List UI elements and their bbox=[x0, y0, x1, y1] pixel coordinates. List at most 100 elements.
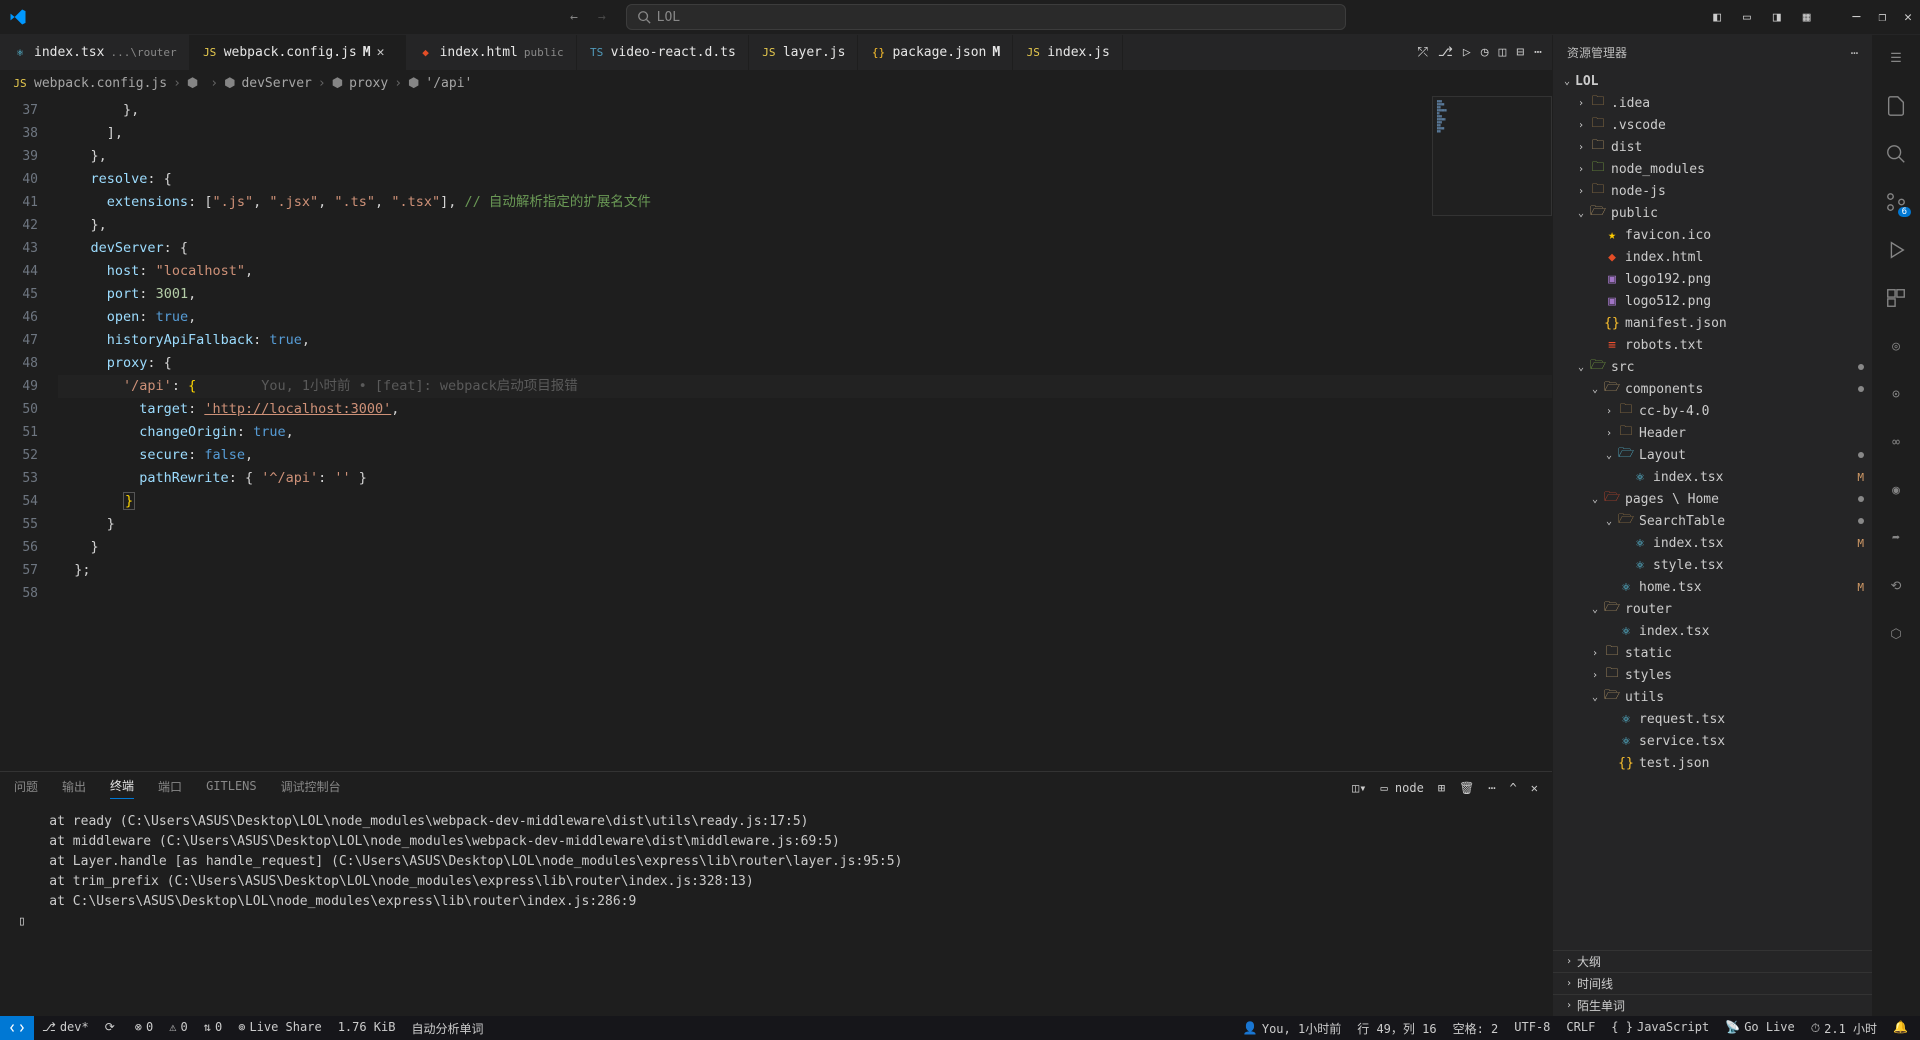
status-live[interactable]: ⊚Live Share bbox=[230, 1020, 329, 1034]
status-err[interactable]: ⊗0 bbox=[127, 1020, 161, 1034]
code-content[interactable]: }, ], }, resolve: { extensions: [".js", … bbox=[58, 96, 1552, 771]
tree-item-favicon.ico[interactable]: ★ favicon.ico bbox=[1553, 224, 1872, 246]
tree-item-.vscode[interactable]: › 🗀 .vscode bbox=[1553, 114, 1872, 136]
status-radio[interactable]: 📡Go Live bbox=[1717, 1020, 1803, 1034]
tab-index.tsx[interactable]: ⚛ index.tsx ...\router bbox=[0, 35, 190, 70]
minimap[interactable]: ████████████████████████████████████████… bbox=[1432, 96, 1552, 216]
menu-icon[interactable]: ☰ bbox=[1883, 45, 1909, 71]
search-icon[interactable] bbox=[1883, 141, 1909, 167]
commit-graph-icon[interactable]: ⎇ bbox=[1438, 45, 1453, 60]
remote-explorer-icon[interactable]: ◎ bbox=[1883, 333, 1909, 359]
section-大纲[interactable]: ›大纲 bbox=[1553, 950, 1872, 972]
customize-layout-icon[interactable]: ▦ bbox=[1803, 10, 1811, 25]
status-clock[interactable]: ⏱2.1 小时 bbox=[1803, 1020, 1885, 1037]
tree-item-src[interactable]: ⌄ 🗁 src bbox=[1553, 356, 1872, 378]
back-icon[interactable]: ← bbox=[570, 10, 578, 25]
panel-toggle-icon[interactable]: ▭ bbox=[1743, 10, 1751, 25]
share-icon[interactable]: ➦ bbox=[1883, 525, 1909, 551]
tree-item-components[interactable]: ⌄ 🗁 components bbox=[1553, 378, 1872, 400]
terminal-output[interactable]: at ready (C:\Users\ASUS\Desktop\LOL\node… bbox=[0, 804, 1552, 1016]
tree-item-Layout[interactable]: ⌄ 🗁 Layout bbox=[1553, 444, 1872, 466]
panel-tab-终端[interactable]: 终端 bbox=[110, 777, 134, 799]
breadcrumb-item[interactable]: proxy bbox=[349, 76, 388, 91]
status-port[interactable]: ⇅0 bbox=[196, 1020, 230, 1034]
split-icon[interactable]: ◫ bbox=[1499, 45, 1507, 60]
tree-item-index.tsx[interactable]: ⚛ index.tsx bbox=[1553, 620, 1872, 642]
status-warn[interactable]: ⚠0 bbox=[161, 1020, 195, 1034]
status-user[interactable]: 👤You, 1小时前 bbox=[1235, 1020, 1349, 1037]
bookmark-icon[interactable]: ⊙ bbox=[1883, 381, 1909, 407]
diff-icon[interactable]: ⊟ bbox=[1516, 45, 1524, 60]
tree-item-style.tsx[interactable]: ⚛ style.tsx bbox=[1553, 554, 1872, 576]
tree-item-dist[interactable]: › 🗀 dist bbox=[1553, 136, 1872, 158]
tree-item-index.html[interactable]: ◆ index.html bbox=[1553, 246, 1872, 268]
status-bell[interactable]: 🔔 bbox=[1885, 1020, 1920, 1034]
status-自动分析单词[interactable]: 自动分析单词 bbox=[403, 1020, 491, 1037]
breadcrumb-item[interactable]: '/api' bbox=[425, 76, 472, 91]
run-debug-icon[interactable] bbox=[1883, 237, 1909, 263]
tree-item-logo512.png[interactable]: ▣ logo512.png bbox=[1553, 290, 1872, 312]
trash-icon[interactable]: 🗑 bbox=[1459, 781, 1474, 795]
panel-tab-问题[interactable]: 问题 bbox=[14, 778, 38, 799]
tab-layer.js[interactable]: JS layer.js bbox=[749, 35, 859, 70]
tree-item-public[interactable]: ⌄ 🗁 public bbox=[1553, 202, 1872, 224]
tree-item-router[interactable]: ⌄ 🗁 router bbox=[1553, 598, 1872, 620]
tree-item-static[interactable]: › 🗀 static bbox=[1553, 642, 1872, 664]
code-editor[interactable]: 37 38 39 40 41 42 43 44 45 46 47 48 49 5… bbox=[0, 96, 1552, 771]
tree-item-styles[interactable]: › 🗀 styles bbox=[1553, 664, 1872, 686]
tree-item-request.tsx[interactable]: ⚛ request.tsx bbox=[1553, 708, 1872, 730]
tab-video-react.d.ts[interactable]: TS video-react.d.ts bbox=[577, 35, 749, 70]
status-1.76 KiB[interactable]: 1.76 KiB bbox=[330, 1020, 404, 1034]
compare-icon[interactable]: ⤱ bbox=[1417, 45, 1427, 60]
layout-toggle-icon[interactable]: ◧ bbox=[1713, 10, 1721, 25]
run-icon[interactable]: ▷ bbox=[1463, 45, 1471, 60]
tree-item-robots.txt[interactable]: ≡ robots.txt bbox=[1553, 334, 1872, 356]
files-icon[interactable] bbox=[1883, 93, 1909, 119]
tree-item-logo192.png[interactable]: ▣ logo192.png bbox=[1553, 268, 1872, 290]
tab-index.html[interactable]: ◆ index.html public bbox=[406, 35, 577, 70]
status-js[interactable]: { }JavaScript bbox=[1603, 1020, 1717, 1034]
status-行 49，列 16[interactable]: 行 49，列 16 bbox=[1349, 1020, 1444, 1037]
tree-item-Header[interactable]: › 🗀 Header bbox=[1553, 422, 1872, 444]
tree-item-node-js[interactable]: › 🗀 node-js bbox=[1553, 180, 1872, 202]
close-icon[interactable]: ✕ bbox=[377, 45, 393, 60]
tree-item-manifest.json[interactable]: {} manifest.json bbox=[1553, 312, 1872, 334]
timeline-icon[interactable]: ◷ bbox=[1481, 45, 1489, 60]
panel-tab-GITLENS[interactable]: GITLENS bbox=[206, 779, 257, 797]
extensions-icon[interactable] bbox=[1883, 285, 1909, 311]
status-UTF-8[interactable]: UTF-8 bbox=[1506, 1020, 1558, 1034]
status-CRLF[interactable]: CRLF bbox=[1558, 1020, 1603, 1034]
tree-item-home.tsx[interactable]: ⚛ home.tsx M bbox=[1553, 576, 1872, 598]
tree-item-index.tsx[interactable]: ⚛ index.tsx M bbox=[1553, 532, 1872, 554]
more-icon[interactable]: ⋯ bbox=[1851, 46, 1858, 60]
tree-item-service.tsx[interactable]: ⚛ service.tsx bbox=[1553, 730, 1872, 752]
remote-indicator[interactable] bbox=[0, 1016, 34, 1040]
status-sync[interactable]: ⟳ bbox=[97, 1020, 127, 1034]
tree-item-node_modules[interactable]: › 🗀 node_modules bbox=[1553, 158, 1872, 180]
tree-item-utils[interactable]: ⌄ 🗁 utils bbox=[1553, 686, 1872, 708]
tree-item-cc-by-4.0[interactable]: › 🗀 cc-by-4.0 bbox=[1553, 400, 1872, 422]
new-term-icon[interactable]: ⊞ bbox=[1438, 781, 1445, 795]
section-陌生单词[interactable]: ›陌生单词 bbox=[1553, 994, 1872, 1016]
section-时间线[interactable]: ›时间线 bbox=[1553, 972, 1872, 994]
history-icon[interactable]: ⟲ bbox=[1883, 573, 1909, 599]
split-term-icon[interactable]: ◫▾ bbox=[1352, 781, 1366, 795]
breadcrumb-item[interactable]: webpack.config.js bbox=[34, 76, 167, 91]
forward-icon[interactable]: → bbox=[598, 10, 606, 25]
status-空格: 2[interactable]: 空格: 2 bbox=[1445, 1020, 1507, 1037]
explorer-root[interactable]: ⌄ LOL bbox=[1553, 70, 1872, 92]
tree-item-index.tsx[interactable]: ⚛ index.tsx M bbox=[1553, 466, 1872, 488]
tab-webpack.config.js[interactable]: JS webpack.config.js M ✕ bbox=[190, 35, 406, 70]
sidebar-right-icon[interactable]: ◨ bbox=[1773, 10, 1781, 25]
close-panel-icon[interactable]: ✕ bbox=[1531, 781, 1538, 795]
tree-item-SearchTable[interactable]: ⌄ 🗁 SearchTable bbox=[1553, 510, 1872, 532]
more-icon[interactable]: ⋯ bbox=[1534, 45, 1542, 60]
command-center-search[interactable]: LOL bbox=[626, 4, 1346, 30]
source-control-icon[interactable]: 6 bbox=[1883, 189, 1909, 215]
tab-package.json[interactable]: {} package.json M bbox=[858, 35, 1013, 70]
tree-item-.idea[interactable]: › 🗀 .idea bbox=[1553, 92, 1872, 114]
tab-index.js[interactable]: JS index.js bbox=[1013, 35, 1123, 70]
status-branch[interactable]: ⎇dev* bbox=[34, 1020, 97, 1034]
term-profile[interactable]: ▭ node bbox=[1380, 781, 1423, 795]
more-icon[interactable]: ⋯ bbox=[1488, 781, 1495, 795]
